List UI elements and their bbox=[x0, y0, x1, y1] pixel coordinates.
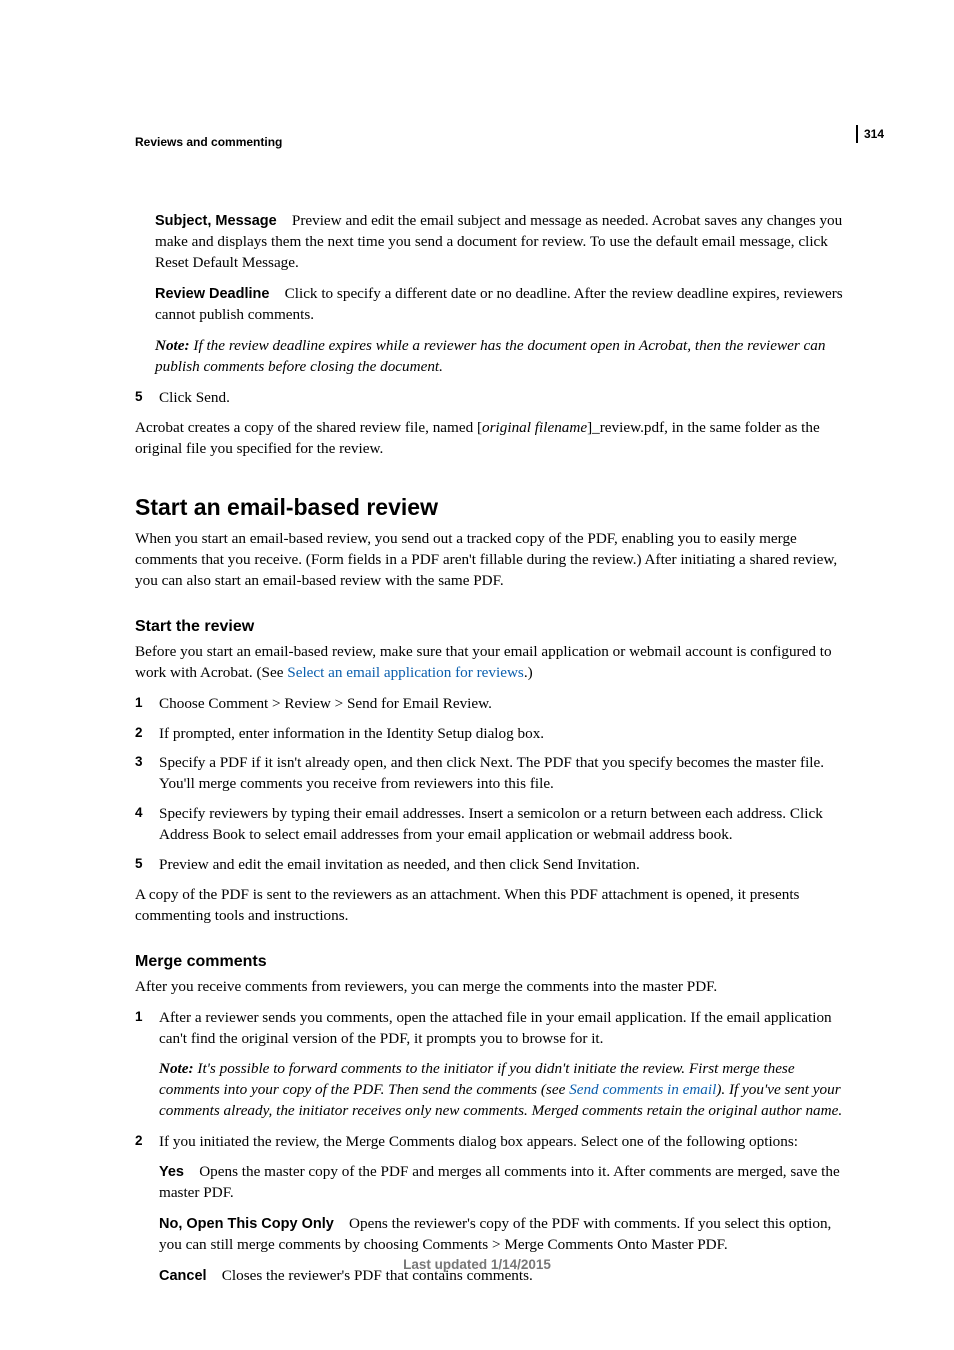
step-text: Choose Comment > Review > Send for Email… bbox=[159, 695, 492, 712]
term-yes: Yes bbox=[159, 1164, 184, 1180]
after-send-italic: original filename bbox=[482, 419, 587, 436]
step-text: Click Send. bbox=[159, 389, 230, 406]
start-para-post: .) bbox=[524, 664, 533, 681]
option-yes: Yes Opens the master copy of the PDF and… bbox=[159, 1162, 856, 1204]
after-send-para: Acrobat creates a copy of the shared rev… bbox=[135, 418, 856, 460]
step-text: After a reviewer sends you comments, ope… bbox=[159, 1009, 832, 1047]
step-text: Specify a PDF if it isn't already open, … bbox=[159, 754, 824, 792]
step-number: 1 bbox=[135, 694, 143, 713]
note-label: Note: bbox=[159, 1060, 197, 1077]
intro-para: When you start an email-based review, yo… bbox=[135, 529, 856, 592]
start-step-4: 4 Specify reviewers by typing their emai… bbox=[135, 804, 856, 846]
start-step-5: 5 Preview and edit the email invitation … bbox=[135, 855, 856, 876]
continued-block: Subject, Message Preview and edit the em… bbox=[135, 211, 856, 378]
desc-yes: Opens the master copy of the PDF and mer… bbox=[159, 1163, 840, 1201]
page-number: 314 bbox=[856, 125, 884, 143]
step-number: 2 bbox=[135, 724, 143, 743]
merge-intro-para: After you receive comments from reviewer… bbox=[135, 977, 856, 998]
footer-last-updated: Last updated 1/14/2015 bbox=[0, 1257, 954, 1272]
definition-subject-message: Subject, Message Preview and edit the em… bbox=[155, 211, 856, 274]
step-text: If prompted, enter information in the Id… bbox=[159, 725, 544, 742]
step-number: 5 bbox=[135, 855, 143, 874]
step-5: 5 Click Send. bbox=[135, 388, 856, 409]
definition-review-deadline: Review Deadline Click to specify a diffe… bbox=[155, 284, 856, 326]
step-text: Specify reviewers by typing their email … bbox=[159, 805, 823, 843]
term-review-deadline: Review Deadline bbox=[155, 286, 269, 302]
start-step-1: 1 Choose Comment > Review > Send for Ema… bbox=[135, 694, 856, 715]
merge-step-1: 1 After a reviewer sends you comments, o… bbox=[135, 1008, 856, 1122]
heading-start-email-review: Start an email-based review bbox=[135, 494, 856, 521]
deadline-note: Note: If the review deadline expires whi… bbox=[155, 336, 856, 378]
note-label: Note: bbox=[155, 337, 193, 354]
step-number: 5 bbox=[135, 388, 143, 407]
step-text: If you initiated the review, the Merge C… bbox=[159, 1133, 798, 1150]
link-send-comments-email[interactable]: Send comments in email bbox=[569, 1081, 716, 1098]
option-no: No, Open This Copy Only Opens the review… bbox=[159, 1214, 856, 1256]
chapter-title: Reviews and commenting bbox=[135, 135, 856, 149]
term-subject-message: Subject, Message bbox=[155, 213, 277, 229]
step-number: 4 bbox=[135, 804, 143, 823]
note-body: If the review deadline expires while a r… bbox=[155, 337, 825, 375]
step-number: 2 bbox=[135, 1132, 143, 1151]
term-no: No, Open This Copy Only bbox=[159, 1216, 334, 1232]
start-result-para: A copy of the PDF is sent to the reviewe… bbox=[135, 885, 856, 927]
heading-start-the-review: Start the review bbox=[135, 618, 856, 636]
link-select-email-app[interactable]: Select an email application for reviews bbox=[287, 664, 524, 681]
merge-steps: 1 After a reviewer sends you comments, o… bbox=[135, 1008, 856, 1287]
start-steps: 1 Choose Comment > Review > Send for Ema… bbox=[135, 694, 856, 877]
steps-continued: 5 Click Send. bbox=[135, 388, 856, 409]
page: 314 Reviews and commenting Subject, Mess… bbox=[0, 0, 954, 1350]
step-number: 1 bbox=[135, 1008, 143, 1027]
after-send-pre: Acrobat creates a copy of the shared rev… bbox=[135, 419, 482, 436]
start-step-2: 2 If prompted, enter information in the … bbox=[135, 724, 856, 745]
start-para: Before you start an email-based review, … bbox=[135, 642, 856, 684]
step-text: Preview and edit the email invitation as… bbox=[159, 856, 640, 873]
heading-merge-comments: Merge comments bbox=[135, 953, 856, 971]
start-step-3: 3 Specify a PDF if it isn't already open… bbox=[135, 753, 856, 795]
merge-note: Note: It's possible to forward comments … bbox=[159, 1059, 856, 1122]
step-number: 3 bbox=[135, 753, 143, 772]
